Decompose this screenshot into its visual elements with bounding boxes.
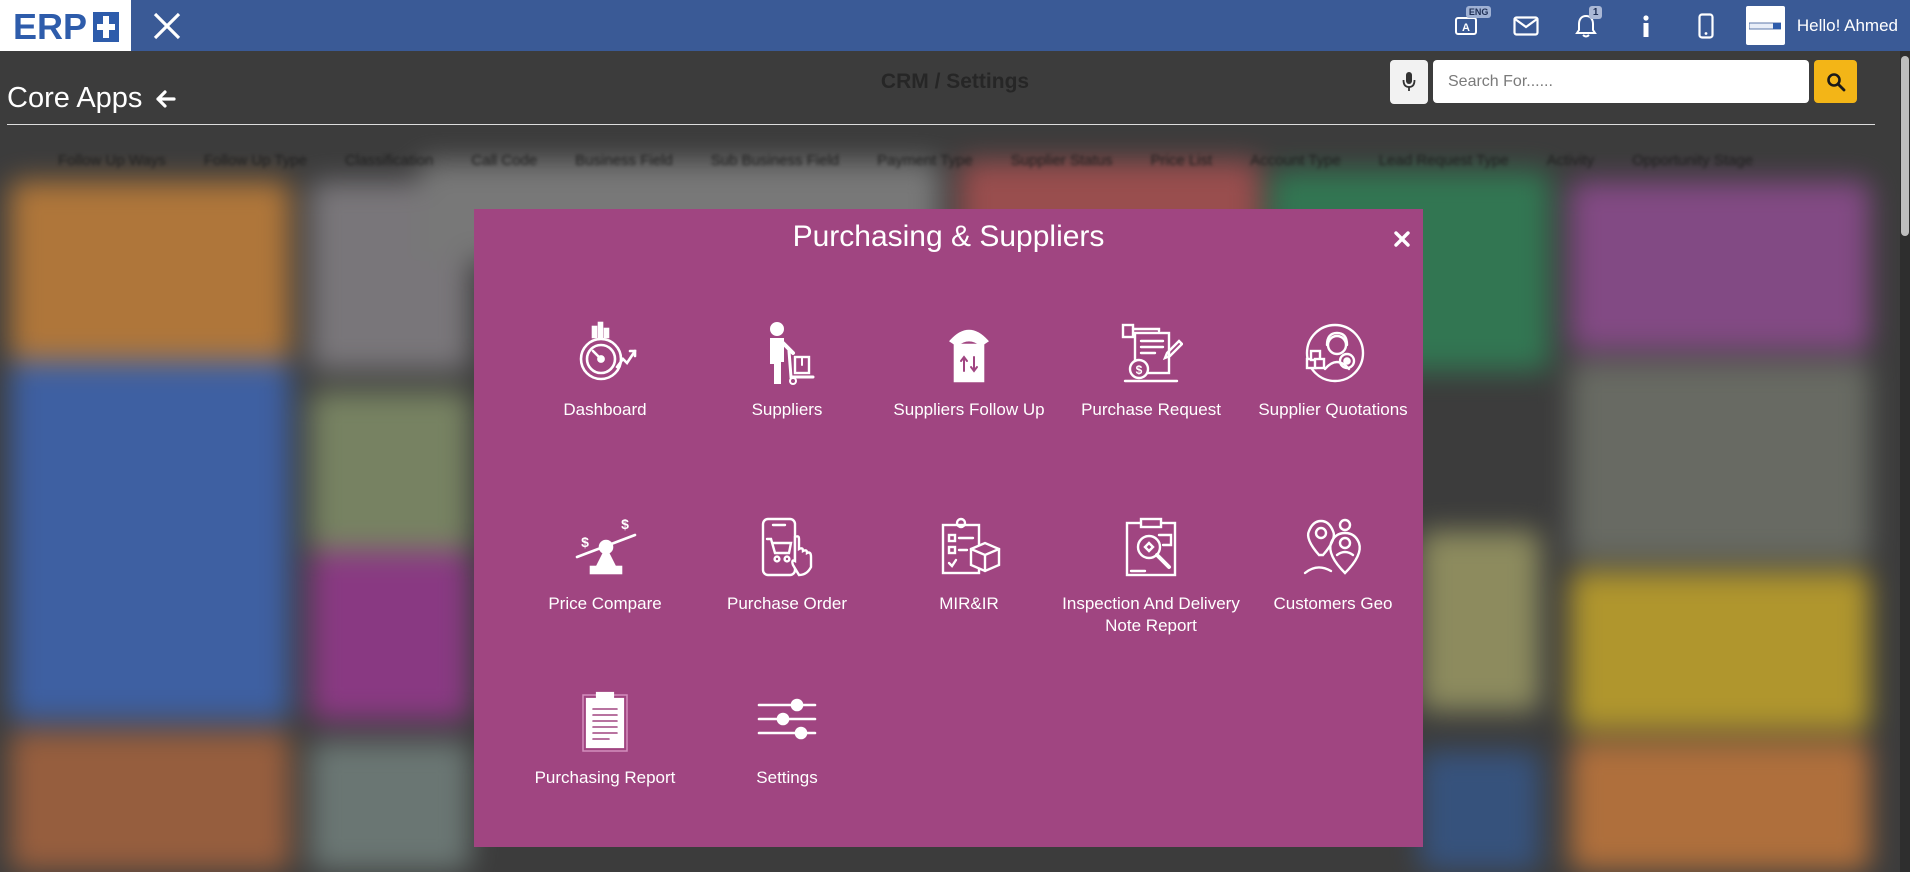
app-tile-supplier-quotations[interactable]: Supplier Quotations xyxy=(1243,313,1423,421)
svg-text:$: $ xyxy=(581,534,589,550)
notifications-button[interactable]: 1 xyxy=(1556,0,1616,51)
modal-close-button[interactable] xyxy=(1390,227,1414,251)
tile-label: Settings xyxy=(756,768,818,787)
speedometer-icon xyxy=(565,313,645,393)
tile-label: Customers Geo xyxy=(1273,594,1393,613)
modal-title: Purchasing & Suppliers xyxy=(792,220,1105,253)
language-switch-button[interactable]: A ENG xyxy=(1436,0,1496,51)
tab-label[interactable]: Price List xyxy=(1150,152,1212,174)
mobile-app-button[interactable] xyxy=(1676,0,1736,51)
app-tile-purchase-order[interactable]: Purchase Order xyxy=(697,507,877,615)
tile-label: Purchasing Report xyxy=(534,768,676,787)
language-badge: ENG xyxy=(1465,6,1492,18)
top-navigation-bar: ERP A ENG 1 Hello! Ahmed xyxy=(0,0,1910,51)
close-icon xyxy=(1394,231,1410,247)
tab-label[interactable]: Payment Type xyxy=(877,152,973,174)
tab-label[interactable]: Activity xyxy=(1547,152,1595,174)
tile-label: Purchase Order xyxy=(727,594,847,613)
svg-text:$: $ xyxy=(1136,363,1143,377)
blurred-settings-tabs: Follow Up Ways Follow Up Type Classifica… xyxy=(0,152,1910,174)
app-tile-purchase-request[interactable]: $ Purchase Request xyxy=(1061,313,1241,421)
info-button[interactable] xyxy=(1616,0,1676,51)
search-icon xyxy=(1826,72,1845,91)
phone-follow-up-icon xyxy=(929,313,1009,393)
section-title: Core Apps xyxy=(7,82,143,114)
microphone-icon xyxy=(1402,72,1416,91)
tile-label: MIR&IR xyxy=(939,594,999,613)
inspection-clipboard-icon xyxy=(1111,507,1191,587)
erp-logo[interactable]: ERP xyxy=(0,0,131,51)
tile-label: Supplier Quotations xyxy=(1258,400,1408,419)
close-icon xyxy=(153,12,181,39)
section-divider xyxy=(7,124,1875,125)
app-tile-suppliers-follow-up[interactable]: Suppliers Follow Up xyxy=(879,313,1059,421)
app-tile-purchasing-report[interactable]: Purchasing Report xyxy=(515,681,695,789)
svg-text:A: A xyxy=(1462,22,1470,34)
svg-text:ERP: ERP xyxy=(13,6,87,46)
info-icon xyxy=(1643,14,1649,37)
app-tile-settings[interactable]: Settings xyxy=(697,681,877,789)
tab-label[interactable]: Classification xyxy=(345,152,433,174)
purchasing-suppliers-modal: Purchasing & Suppliers Dashboard Supplie… xyxy=(474,209,1423,847)
tile-label: Inspection And Delivery Note Report xyxy=(1062,594,1240,635)
tile-label: Purchase Request xyxy=(1081,400,1221,419)
location-pin-icon xyxy=(1293,507,1373,587)
delivery-man-icon xyxy=(747,313,827,393)
tab-label[interactable]: Account Type xyxy=(1250,152,1341,174)
tile-label: Price Compare xyxy=(548,594,662,613)
app-tile-customers-geo[interactable]: Customers Geo xyxy=(1243,507,1423,615)
app-tile-price-compare[interactable]: $ $ Price Compare xyxy=(515,507,695,615)
app-tile-suppliers[interactable]: Suppliers xyxy=(697,313,877,421)
tab-label[interactable]: Lead Request Type xyxy=(1379,152,1509,174)
user-profile-menu[interactable]: Hello! Ahmed xyxy=(1736,0,1910,51)
tab-label[interactable]: Supplier Status xyxy=(1011,152,1113,174)
tile-label: Suppliers Follow Up xyxy=(893,400,1045,419)
search-input[interactable] xyxy=(1433,60,1809,103)
tile-label: Dashboard xyxy=(563,400,647,419)
svg-text:$: $ xyxy=(621,516,629,532)
scrollbar-thumb[interactable] xyxy=(1901,56,1909,236)
report-document-icon xyxy=(565,681,645,761)
app-tile-inspection-delivery-note-report[interactable]: Inspection And Delivery Note Report xyxy=(1061,507,1241,637)
tab-label[interactable]: Opportunity Stage xyxy=(1632,152,1753,174)
back-arrow-icon[interactable] xyxy=(156,89,177,108)
app-tile-mir-ir[interactable]: MIR&IR xyxy=(879,507,1059,615)
tab-label[interactable]: Sub Business Field xyxy=(711,152,839,174)
tab-label[interactable]: Call Code xyxy=(471,152,537,174)
app-tile-dashboard[interactable]: Dashboard xyxy=(515,313,695,421)
checklist-box-icon xyxy=(929,507,1009,587)
mobile-phone-icon xyxy=(1698,12,1714,39)
mobile-cart-icon xyxy=(747,507,827,587)
price-scale-icon: $ $ xyxy=(565,507,645,587)
tab-label[interactable]: Follow Up Ways xyxy=(58,152,166,174)
tile-label: Suppliers xyxy=(751,400,823,419)
close-menu-button[interactable] xyxy=(131,0,203,51)
notification-count-badge: 1 xyxy=(1588,6,1603,19)
envelope-icon xyxy=(1513,15,1539,36)
company-avatar xyxy=(1745,6,1785,45)
voice-search-button[interactable] xyxy=(1390,60,1428,104)
invoice-request-icon: $ xyxy=(1111,313,1191,393)
tab-label[interactable]: Follow Up Type xyxy=(204,152,307,174)
search-button[interactable] xyxy=(1814,60,1857,103)
messages-button[interactable] xyxy=(1496,0,1556,51)
core-apps-heading: Core Apps xyxy=(7,82,177,115)
supplier-headset-icon xyxy=(1293,313,1373,393)
sliders-icon xyxy=(747,681,827,761)
user-greeting: Hello! Ahmed xyxy=(1796,15,1898,35)
tab-label[interactable]: Business Field xyxy=(575,152,673,174)
